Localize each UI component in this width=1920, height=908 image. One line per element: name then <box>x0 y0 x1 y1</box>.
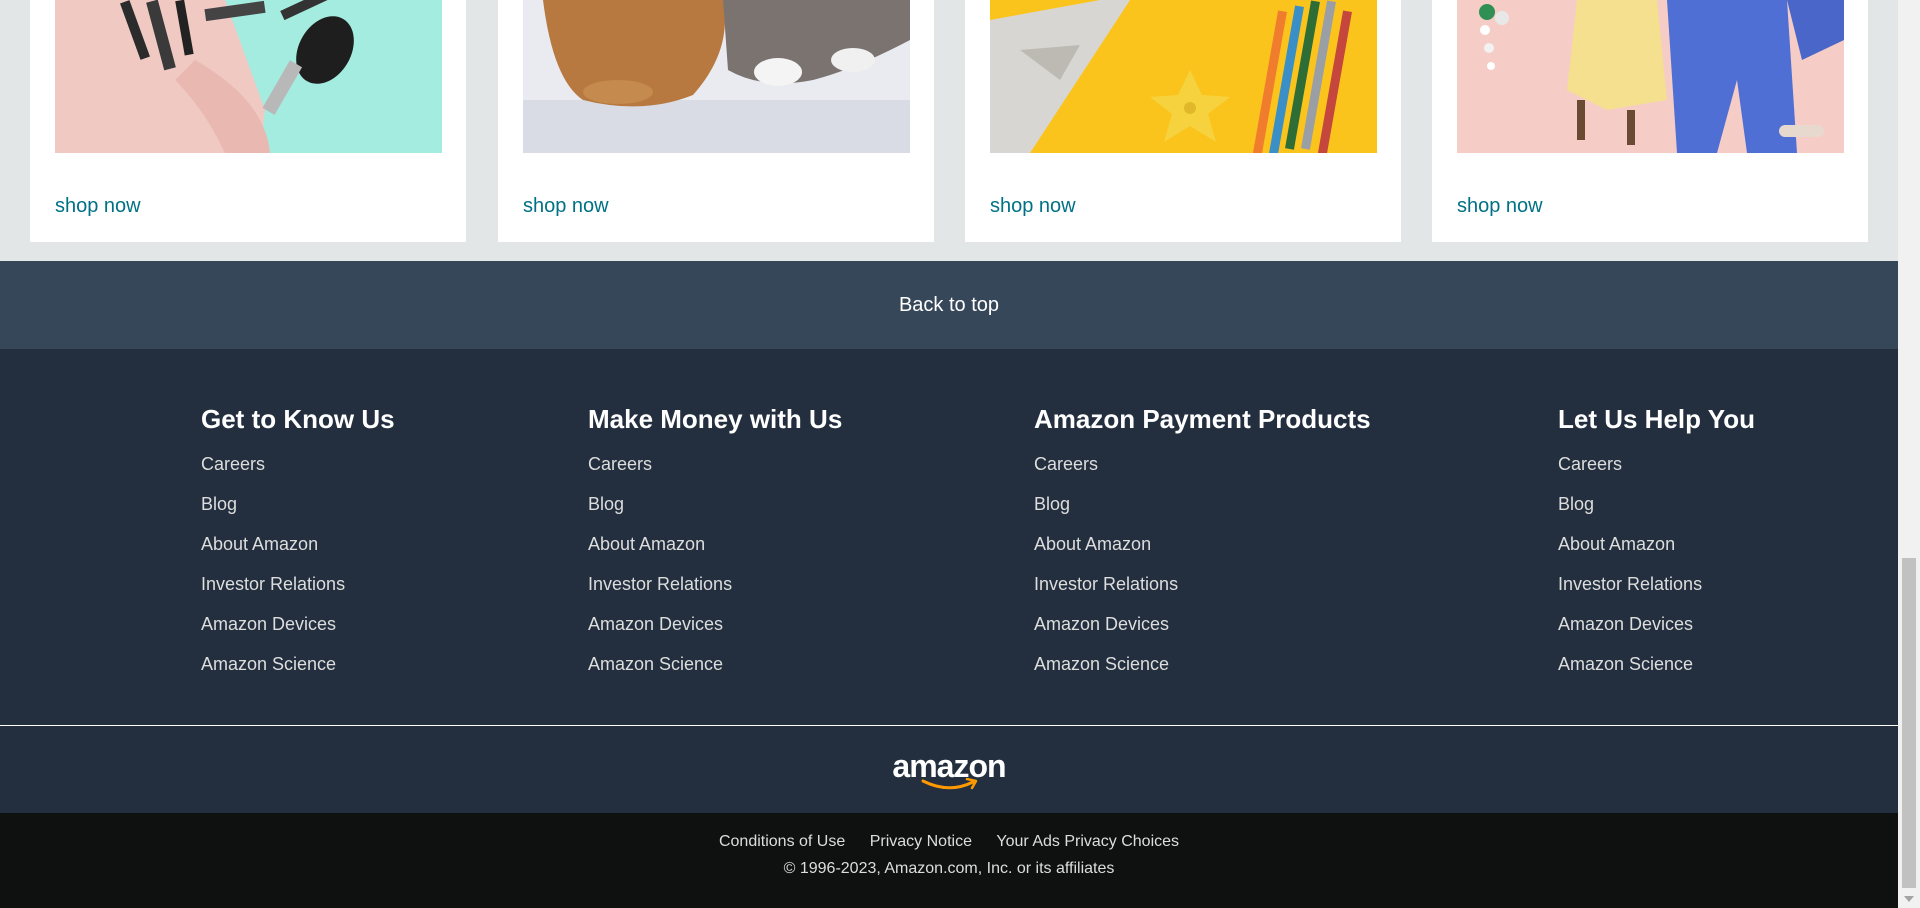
footer-link[interactable]: Careers <box>1034 454 1371 494</box>
column-title: Amazon Payment Products <box>1034 404 1371 434</box>
back-to-top-label: Back to top <box>898 293 1000 316</box>
card-image-toys[interactable] <box>990 0 1377 153</box>
footer-logo-band: amazon <box>0 726 1898 813</box>
footer-link[interactable]: Investor Relations <box>1034 574 1371 614</box>
footer-column: Make Money with Us Careers Blog About Am… <box>588 404 842 694</box>
conditions-of-use-link[interactable]: Conditions of Use <box>719 833 845 850</box>
footer-link[interactable]: Blog <box>1558 494 1755 534</box>
legal-links: Conditions of Use Privacy Notice Your Ad… <box>0 833 1898 851</box>
footer-link[interactable]: Careers <box>1558 454 1755 494</box>
vertical-scrollbar[interactable] <box>1898 0 1920 908</box>
card-image-pets[interactable] <box>523 0 910 153</box>
shop-now-link[interactable]: shop now <box>55 195 141 218</box>
footer-link[interactable]: Amazon Science <box>1558 654 1755 694</box>
card-image-fashion[interactable] <box>1457 0 1844 153</box>
column-title: Get to Know Us <box>201 404 395 434</box>
smile-arrow-icon <box>921 777 978 789</box>
category-cards-row: shop now shop now shop now shop now <box>0 0 1898 261</box>
footer-column: Let Us Help You Careers Blog About Amazo… <box>1558 404 1755 694</box>
scroll-down-arrow-icon[interactable] <box>1904 896 1914 902</box>
back-to-top-button[interactable]: Back to top <box>0 261 1898 349</box>
column-title: Let Us Help You <box>1558 404 1755 434</box>
shop-now-link[interactable]: shop now <box>990 195 1076 218</box>
footer-link[interactable]: About Amazon <box>1034 534 1371 574</box>
scrollbar-thumb[interactable] <box>1902 558 1916 888</box>
shop-now-link[interactable]: shop now <box>523 195 609 218</box>
category-card: shop now <box>498 0 934 242</box>
privacy-notice-link[interactable]: Privacy Notice <box>870 833 972 850</box>
legal-bar: Conditions of Use Privacy Notice Your Ad… <box>0 813 1898 908</box>
page: shop now shop now shop now shop now Back… <box>0 0 1898 908</box>
footer-link[interactable]: Blog <box>201 494 395 534</box>
footer-navigation: Get to Know Us Careers Blog About Amazon… <box>0 349 1898 725</box>
footer-link[interactable]: Blog <box>1034 494 1371 534</box>
amazon-logo[interactable]: amazon <box>891 748 1007 792</box>
footer-link[interactable]: Amazon Devices <box>588 614 842 654</box>
footer-link[interactable]: Amazon Science <box>201 654 395 694</box>
footer-link[interactable]: About Amazon <box>201 534 395 574</box>
footer-link[interactable]: Careers <box>201 454 395 494</box>
footer-link[interactable]: Blog <box>588 494 842 534</box>
footer-link[interactable]: Amazon Science <box>1034 654 1371 694</box>
card-image-makeup[interactable] <box>55 0 442 153</box>
footer-link[interactable]: Amazon Devices <box>201 614 395 654</box>
footer-link[interactable]: About Amazon <box>588 534 842 574</box>
footer-link[interactable]: Careers <box>588 454 842 494</box>
category-card: shop now <box>965 0 1401 242</box>
footer-link[interactable]: Investor Relations <box>588 574 842 614</box>
footer-link[interactable]: Amazon Devices <box>1034 614 1371 654</box>
footer-link[interactable]: Investor Relations <box>1558 574 1755 614</box>
ads-privacy-choices-link[interactable]: Your Ads Privacy Choices <box>996 833 1179 850</box>
footer-link[interactable]: Investor Relations <box>201 574 395 614</box>
footer-link[interactable]: Amazon Devices <box>1558 614 1755 654</box>
column-title: Make Money with Us <box>588 404 843 434</box>
footer-link[interactable]: About Amazon <box>1558 534 1755 574</box>
category-card: shop now <box>1432 0 1868 242</box>
footer-column: Get to Know Us Careers Blog About Amazon… <box>201 404 395 694</box>
shop-now-link[interactable]: shop now <box>1457 195 1543 218</box>
category-card: shop now <box>30 0 466 242</box>
copyright-text: © 1996-2023, Amazon.com, Inc. or its aff… <box>783 860 1115 877</box>
footer-link[interactable]: Amazon Science <box>588 654 842 694</box>
footer-column: Amazon Payment Products Careers Blog Abo… <box>1034 404 1371 694</box>
